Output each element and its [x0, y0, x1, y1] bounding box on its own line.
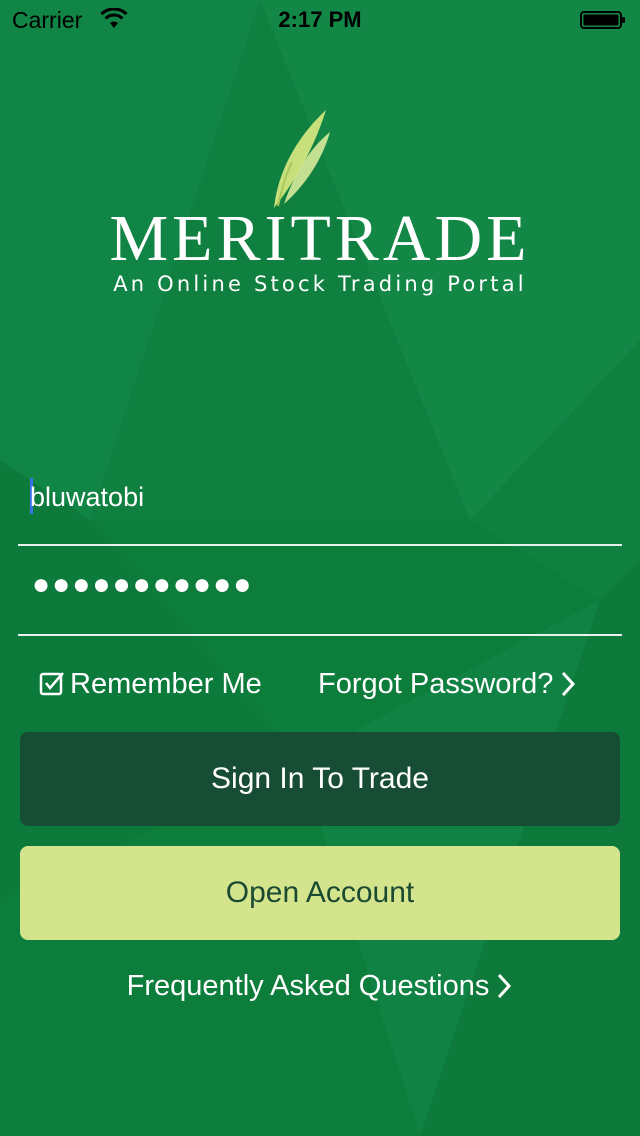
username-input[interactable]: bluwatobi	[30, 482, 144, 513]
brand-logo: MERITRADE An Online Stock Trading Portal	[100, 108, 540, 308]
brand-name: MERITRADE	[109, 202, 531, 275]
forgot-password-label: Forgot Password?	[318, 667, 554, 700]
sign-in-button-label: Sign In To Trade	[211, 762, 429, 795]
password-input[interactable]: ●●●●●●●●●●●	[32, 568, 253, 602]
sign-in-button[interactable]: Sign In To Trade	[20, 732, 620, 826]
leaf-icon	[274, 110, 330, 208]
faq-link[interactable]: Frequently Asked Questions	[0, 962, 640, 1010]
status-bar: Carrier 2:17 PM	[0, 0, 640, 40]
open-account-button-label: Open Account	[225, 876, 415, 909]
brand-tagline: An Online Stock Trading Portal	[113, 272, 527, 296]
faq-label: Frequently Asked Questions	[126, 969, 490, 1002]
forgot-password-link[interactable]: Forgot Password?	[318, 662, 577, 706]
open-account-button[interactable]: Open Account	[20, 846, 620, 940]
password-field[interactable]: ●●●●●●●●●●●	[18, 546, 622, 636]
clock: 2:17 PM	[278, 7, 362, 32]
chevron-right-icon	[562, 671, 576, 697]
checkbox-checked-icon	[39, 672, 64, 696]
password-underline	[18, 634, 622, 636]
chevron-right-icon	[498, 973, 512, 999]
battery-icon	[580, 11, 625, 29]
username-field[interactable]: bluwatobi	[18, 456, 622, 546]
remember-me-checkbox[interactable]: Remember Me	[38, 662, 262, 706]
login-options-row: Remember Me Forgot Password?	[0, 662, 640, 706]
remember-me-label: Remember Me	[70, 667, 262, 700]
